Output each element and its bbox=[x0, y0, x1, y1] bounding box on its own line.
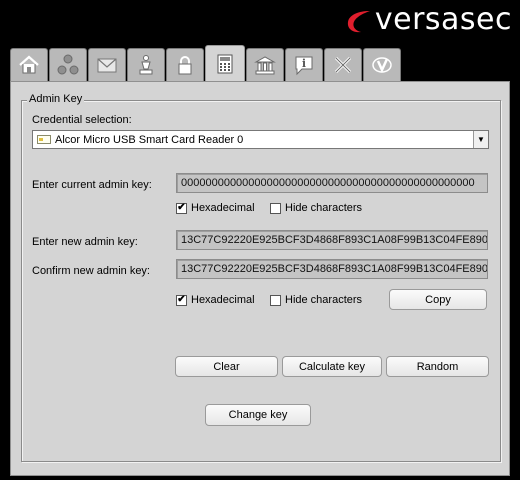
current-admin-key-input[interactable]: 0000000000000000000000000000000000000000… bbox=[176, 173, 488, 193]
credential-select-value: Alcor Micro USB Smart Card Reader 0 bbox=[55, 133, 244, 146]
checkbox-box bbox=[270, 294, 281, 306]
credential-selection-label: Credential selection: bbox=[32, 114, 132, 126]
versasec-logo: versasec bbox=[343, 2, 512, 38]
hexadecimal-label-2: Hexadecimal bbox=[191, 294, 255, 306]
tab-calculator[interactable] bbox=[205, 45, 245, 81]
logo-text: versasec bbox=[374, 2, 512, 37]
info-speech-icon: i bbox=[295, 56, 313, 76]
hide-characters-checkbox-1[interactable]: Hide characters bbox=[270, 202, 362, 214]
tab-tools[interactable] bbox=[324, 48, 362, 81]
tab-admin[interactable] bbox=[127, 48, 165, 81]
tab-groups[interactable] bbox=[49, 48, 87, 81]
tools-icon bbox=[334, 56, 352, 74]
lock-icon bbox=[178, 56, 192, 75]
hide-characters-checkbox-2[interactable]: Hide characters bbox=[270, 294, 362, 306]
versasec-v-icon bbox=[372, 57, 392, 74]
admin-key-panel: Admin Key Credential selection: Alcor Mi… bbox=[10, 81, 510, 476]
hexadecimal-checkbox-1[interactable]: ✔ Hexadecimal bbox=[176, 202, 255, 214]
random-button[interactable]: Random bbox=[386, 356, 489, 377]
group-title: Admin Key bbox=[27, 93, 85, 105]
new-admin-key-input[interactable]: 13C77C92220E925BCF3D4868F893C1A08F99B13C… bbox=[176, 230, 488, 250]
tab-versasec[interactable] bbox=[363, 48, 401, 81]
checkbox-box: ✔ bbox=[176, 202, 187, 214]
home-icon bbox=[19, 55, 39, 74]
hide-characters-label-1: Hide characters bbox=[285, 202, 363, 214]
calculator-icon bbox=[217, 54, 233, 73]
calculate-key-button[interactable]: Calculate key bbox=[282, 356, 382, 377]
confirm-admin-key-label: Confirm new admin key: bbox=[32, 265, 150, 277]
tab-security[interactable] bbox=[166, 48, 204, 81]
bank-icon bbox=[254, 56, 276, 75]
envelope-icon bbox=[97, 58, 117, 73]
chevron-down-icon[interactable]: ▼ bbox=[473, 131, 488, 148]
svg-text:i: i bbox=[302, 57, 306, 70]
tab-mail[interactable] bbox=[88, 48, 126, 81]
checkbox-box bbox=[270, 202, 281, 214]
tab-server[interactable] bbox=[246, 48, 284, 81]
tab-home[interactable] bbox=[10, 48, 48, 81]
molecule-icon bbox=[57, 54, 79, 75]
copy-button[interactable]: Copy bbox=[389, 289, 487, 310]
new-admin-key-label: Enter new admin key: bbox=[32, 236, 138, 248]
confirm-admin-key-input[interactable]: 13C77C92220E925BCF3D4868F893C1A08F99B13C… bbox=[176, 259, 488, 279]
checkbox-box: ✔ bbox=[176, 294, 187, 306]
hexadecimal-checkbox-2[interactable]: ✔ Hexadecimal bbox=[176, 294, 255, 306]
credential-select[interactable]: Alcor Micro USB Smart Card Reader 0 ▼ bbox=[32, 130, 489, 149]
current-admin-key-label: Enter current admin key: bbox=[32, 179, 152, 191]
tab-bar: i bbox=[10, 45, 510, 81]
change-key-button[interactable]: Change key bbox=[205, 404, 311, 426]
chess-piece-icon bbox=[139, 55, 153, 75]
hexadecimal-label-1: Hexadecimal bbox=[191, 202, 255, 214]
tab-info[interactable]: i bbox=[285, 48, 323, 81]
card-reader-icon bbox=[37, 135, 51, 144]
clear-button[interactable]: Clear bbox=[175, 356, 278, 377]
hide-characters-label-2: Hide characters bbox=[285, 294, 363, 306]
versasec-swoosh-icon bbox=[347, 11, 370, 33]
